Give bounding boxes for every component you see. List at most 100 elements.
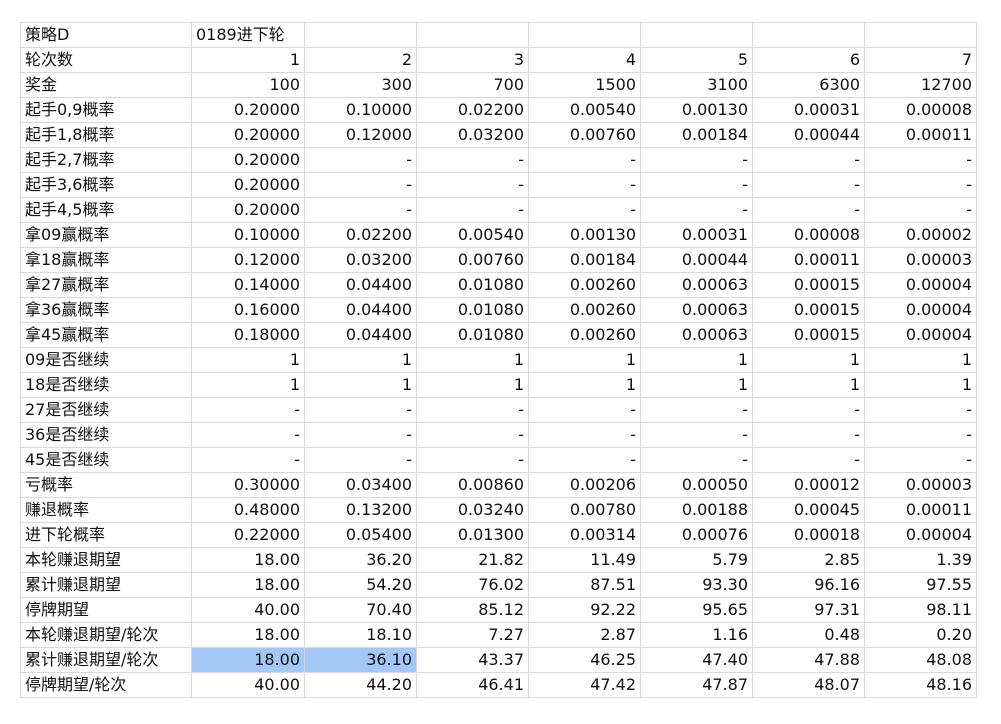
table-cell[interactable]: 0.18000 <box>191 322 305 348</box>
table-cell[interactable]: 85.12 <box>416 597 529 623</box>
table-cell[interactable]: 0.02200 <box>304 222 417 248</box>
table-cell[interactable]: 700 <box>416 72 529 98</box>
table-cell[interactable]: 47.40 <box>640 647 753 673</box>
table-cell[interactable]: 95.65 <box>640 597 753 623</box>
table-cell[interactable]: 0.00011 <box>752 247 865 273</box>
table-cell[interactable]: 6300 <box>752 72 865 98</box>
table-cell[interactable]: 96.16 <box>752 572 865 598</box>
table-cell[interactable]: 12700 <box>864 72 977 98</box>
table-cell[interactable]: - <box>304 197 417 223</box>
table-cell[interactable]: 76.02 <box>416 572 529 598</box>
row-label-cell[interactable]: 停牌期望 <box>20 597 192 623</box>
table-cell[interactable]: 18.00 <box>191 622 305 648</box>
table-cell[interactable]: 0.04400 <box>304 272 417 298</box>
table-cell[interactable]: 0.00184 <box>528 247 641 273</box>
table-cell[interactable]: 0.03200 <box>416 122 529 148</box>
table-cell[interactable]: 0.00002 <box>864 222 977 248</box>
table-cell[interactable]: 46.25 <box>528 647 641 673</box>
row-label-cell[interactable]: 起手1,8概率 <box>20 122 192 148</box>
table-cell[interactable]: - <box>864 172 977 198</box>
table-cell[interactable]: 0.03240 <box>416 497 529 523</box>
table-cell[interactable]: 0.20000 <box>191 122 305 148</box>
table-cell[interactable]: 5.79 <box>640 547 753 573</box>
table-cell[interactable]: 0.00760 <box>416 247 529 273</box>
table-cell[interactable] <box>416 22 529 48</box>
table-cell[interactable]: 93.30 <box>640 572 753 598</box>
row-label-cell[interactable]: 拿45赢概率 <box>20 322 192 348</box>
row-label-cell[interactable]: 奖金 <box>20 72 192 98</box>
table-cell[interactable]: 0.14000 <box>191 272 305 298</box>
table-cell[interactable]: 0.20000 <box>191 97 305 123</box>
table-cell[interactable]: 0.00184 <box>640 122 753 148</box>
table-cell[interactable]: 0.00130 <box>640 97 753 123</box>
table-cell[interactable]: 4 <box>528 47 641 73</box>
table-cell[interactable]: - <box>640 147 753 173</box>
table-cell[interactable]: 1 <box>752 372 865 398</box>
table-cell[interactable]: 0.30000 <box>191 472 305 498</box>
table-cell[interactable]: - <box>640 172 753 198</box>
table-cell[interactable]: 2.85 <box>752 547 865 573</box>
table-cell[interactable]: 0.01300 <box>416 522 529 548</box>
table-cell[interactable]: 0189进下轮 <box>191 22 305 48</box>
table-cell[interactable]: - <box>640 197 753 223</box>
table-cell[interactable]: 54.20 <box>304 572 417 598</box>
table-cell[interactable]: - <box>528 197 641 223</box>
table-cell[interactable]: 0.20000 <box>191 147 305 173</box>
table-cell[interactable]: 0.01080 <box>416 322 529 348</box>
table-cell[interactable]: 7.27 <box>416 622 529 648</box>
table-cell[interactable]: 0.00008 <box>864 97 977 123</box>
table-cell[interactable]: 0.00031 <box>752 97 865 123</box>
table-cell[interactable]: 0.04400 <box>304 297 417 323</box>
table-cell[interactable]: 2 <box>304 47 417 73</box>
table-cell[interactable]: 97.55 <box>864 572 977 598</box>
row-label-cell[interactable]: 拿27赢概率 <box>20 272 192 298</box>
row-label-cell[interactable]: 赚退概率 <box>20 497 192 523</box>
table-cell[interactable] <box>640 22 753 48</box>
table-cell[interactable]: 0.00044 <box>752 122 865 148</box>
table-cell[interactable]: 0.01080 <box>416 297 529 323</box>
table-cell[interactable]: 0.20000 <box>191 172 305 198</box>
table-cell[interactable]: - <box>752 397 865 423</box>
table-cell[interactable]: - <box>528 147 641 173</box>
table-cell[interactable]: 0.00044 <box>640 247 753 273</box>
table-cell[interactable]: 0.01080 <box>416 272 529 298</box>
table-cell[interactable]: - <box>752 197 865 223</box>
table-cell[interactable]: 47.42 <box>528 672 641 698</box>
selected-cell[interactable]: 36.10 <box>304 647 417 673</box>
table-cell[interactable]: 0.00063 <box>640 322 753 348</box>
table-cell[interactable]: 0.00260 <box>528 297 641 323</box>
table-cell[interactable]: - <box>528 397 641 423</box>
table-cell[interactable]: 0.00050 <box>640 472 753 498</box>
table-cell[interactable]: 0.00314 <box>528 522 641 548</box>
table-cell[interactable]: 0.00008 <box>752 222 865 248</box>
table-cell[interactable]: - <box>304 397 417 423</box>
table-cell[interactable]: 0.13200 <box>304 497 417 523</box>
table-cell[interactable]: 48.07 <box>752 672 865 698</box>
row-label-cell[interactable]: 拿36赢概率 <box>20 297 192 323</box>
table-cell[interactable]: 0.00015 <box>752 322 865 348</box>
table-cell[interactable]: - <box>864 147 977 173</box>
table-cell[interactable]: 1500 <box>528 72 641 98</box>
table-cell[interactable] <box>864 22 977 48</box>
table-cell[interactable]: 0.00011 <box>864 497 977 523</box>
table-cell[interactable]: 0.00130 <box>528 222 641 248</box>
table-cell[interactable]: - <box>864 197 977 223</box>
table-cell[interactable]: 1 <box>191 347 305 373</box>
row-label-cell[interactable]: 36是否继续 <box>20 422 192 448</box>
row-label-cell[interactable]: 累计赚退期望/轮次 <box>20 647 192 673</box>
table-cell[interactable]: 0.05400 <box>304 522 417 548</box>
table-cell[interactable]: 1 <box>304 347 417 373</box>
table-cell[interactable]: 3100 <box>640 72 753 98</box>
row-label-cell[interactable]: 09是否继续 <box>20 347 192 373</box>
table-cell[interactable]: - <box>416 197 529 223</box>
table-cell[interactable]: 7 <box>864 47 977 73</box>
table-cell[interactable]: 98.11 <box>864 597 977 623</box>
table-cell[interactable]: 1 <box>528 347 641 373</box>
table-cell[interactable]: 0.03400 <box>304 472 417 498</box>
row-label-cell[interactable]: 拿18赢概率 <box>20 247 192 273</box>
table-cell[interactable]: 0.00063 <box>640 272 753 298</box>
row-label-cell[interactable]: 策略D <box>20 22 192 48</box>
table-cell[interactable]: 47.87 <box>640 672 753 698</box>
row-label-cell[interactable]: 起手0,9概率 <box>20 97 192 123</box>
row-label-cell[interactable]: 累计赚退期望 <box>20 572 192 598</box>
